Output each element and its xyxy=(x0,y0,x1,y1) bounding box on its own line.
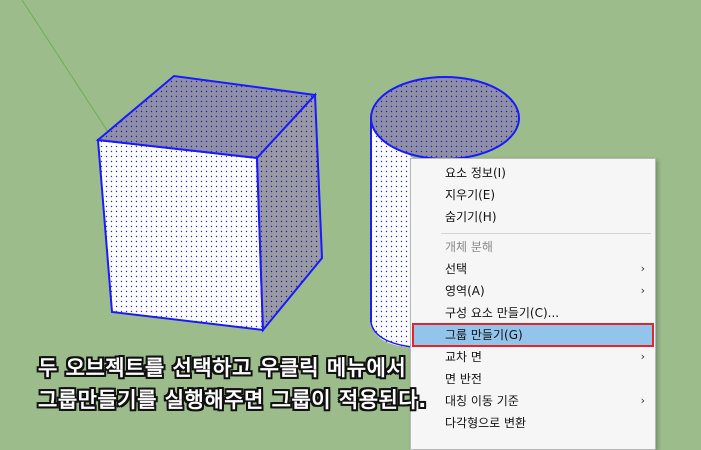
selected-cube[interactable] xyxy=(95,74,324,333)
menu-item-label: 선택 xyxy=(445,262,468,276)
cylinder-top-face xyxy=(370,76,520,160)
menu-item-explode: 개체 분해 xyxy=(411,237,655,257)
menu-item-make-component[interactable]: 구성 요소 만들기(C)... xyxy=(411,303,655,323)
menu-item-flip-along[interactable]: 대칭 이동 기준 › xyxy=(411,391,655,411)
menu-item-label: 개체 분해 xyxy=(445,240,493,254)
cube-front-face-dots xyxy=(96,138,265,332)
chevron-right-icon: › xyxy=(640,350,645,363)
green-axis-line xyxy=(21,0,111,136)
menu-item-erase[interactable]: 지우기(E) xyxy=(411,185,655,205)
menu-item-label: 면 반전 xyxy=(445,372,482,386)
menu-item-label: 구성 요소 만들기(C)... xyxy=(445,306,560,320)
caption-line-2: 그룹만들기를 실행해주면 그룹이 적용된다. xyxy=(38,388,427,412)
menu-item-intersect-faces[interactable]: 교차 면 › xyxy=(411,347,655,367)
menu-item-label: 그룹 만들기(G) xyxy=(445,328,523,342)
menu-item-area[interactable]: 영역(A) › xyxy=(411,281,655,301)
menu-item-reverse-faces[interactable]: 면 반전 xyxy=(411,369,655,389)
menu-separator xyxy=(441,233,651,234)
menu-item-convert-to-polygon[interactable]: 다각형으로 변환 xyxy=(411,413,655,433)
chevron-right-icon: › xyxy=(640,284,645,297)
menu-item-label: 지우기(E) xyxy=(445,188,496,202)
menu-item-make-group[interactable]: 그룹 만들기(G) xyxy=(412,323,654,347)
menu-item-label: 숨기기(H) xyxy=(445,210,497,224)
context-menu: 요소 정보(I) 지우기(E) 숨기기(H) 개체 분해 선택 › 영역(A) › … xyxy=(410,158,656,450)
chevron-right-icon: › xyxy=(640,394,645,407)
menu-item-entity-info[interactable]: 요소 정보(I) xyxy=(411,163,655,183)
caption-line-1: 두 오브젝트를 선택하고 우클릭 메뉴에서 xyxy=(38,356,407,380)
menu-item-select[interactable]: 선택 › xyxy=(411,259,655,279)
menu-item-hide[interactable]: 숨기기(H) xyxy=(411,207,655,227)
menu-item-label: 교차 면 xyxy=(445,350,482,364)
menu-item-label: 영역(A) xyxy=(445,284,485,298)
menu-item-label: 요소 정보(I) xyxy=(445,166,506,180)
chevron-right-icon: › xyxy=(640,262,645,275)
menu-item-label: 다각형으로 변환 xyxy=(445,416,527,430)
menu-item-label: 대칭 이동 기준 xyxy=(445,394,519,408)
